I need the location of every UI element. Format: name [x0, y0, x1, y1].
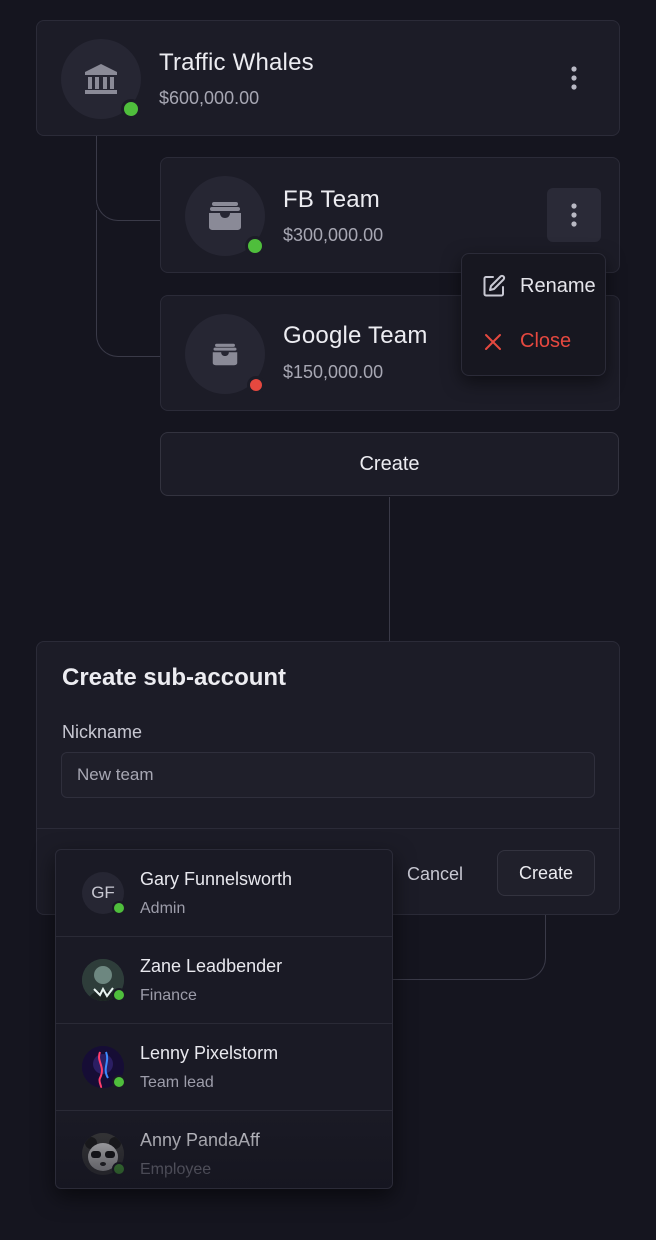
- create-sub-account-button[interactable]: Create: [160, 432, 619, 496]
- tree-connector-google: [96, 210, 162, 357]
- user-name: Anny PandaAff: [140, 1130, 260, 1150]
- form-divider: [37, 828, 619, 829]
- status-dot-active: [245, 236, 265, 256]
- user-option[interactable]: Lenny Pixelstorm Team lead: [56, 1024, 392, 1111]
- avatar-initials: GF: [91, 883, 115, 902]
- status-dot-active: [112, 988, 126, 1002]
- account-amount: $150,000.00: [283, 362, 384, 382]
- account-amount: $300,000.00: [283, 225, 384, 245]
- user-name: Zane Leadbender: [140, 956, 283, 976]
- more-options-button[interactable]: [547, 188, 601, 242]
- status-dot-active: [112, 1075, 126, 1089]
- user-role: Team lead: [140, 1074, 214, 1091]
- status-dot-active: [112, 1162, 126, 1176]
- tree-connector-fb: [96, 136, 162, 221]
- bank-icon: [85, 64, 117, 94]
- menu-item-label: Close: [520, 330, 572, 352]
- kebab-icon: [571, 203, 577, 227]
- edit-icon: [483, 274, 506, 297]
- user-dropdown: GF Gary Funnelsworth Admin Zane Leadbend…: [55, 849, 393, 1189]
- user-option[interactable]: Zane Leadbender Finance: [56, 937, 392, 1024]
- status-dot-active: [112, 901, 126, 915]
- more-options-button[interactable]: [547, 51, 601, 105]
- user-name: Lenny Pixelstorm: [140, 1043, 279, 1063]
- user-role: Employee: [140, 1161, 212, 1178]
- menu-item-close[interactable]: Close: [484, 330, 571, 353]
- close-icon: [485, 333, 501, 350]
- menu-item-label: Rename: [520, 274, 596, 297]
- user-option[interactable]: Anny PandaAff Employee: [56, 1111, 392, 1188]
- account-card-traffic-whales[interactable]: Traffic Whales $600,000.00: [36, 20, 620, 136]
- account-name: Traffic Whales: [159, 49, 314, 76]
- wallet-icon: [209, 202, 241, 230]
- user-name: Gary Funnelsworth: [140, 869, 293, 889]
- nickname-label: Nickname: [62, 722, 143, 742]
- nickname-input[interactable]: [61, 752, 595, 798]
- user-role: Admin: [140, 900, 186, 917]
- account-name: FB Team: [283, 186, 380, 213]
- account-amount: $600,000.00: [159, 88, 260, 108]
- user-option[interactable]: GF Gary Funnelsworth Admin: [56, 850, 392, 937]
- user-role: Finance: [140, 987, 197, 1004]
- status-dot-inactive: [247, 376, 265, 394]
- tree-connector-create: [389, 497, 390, 641]
- form-title: Create sub-account: [62, 664, 287, 691]
- account-name: Google Team: [283, 322, 428, 349]
- account-context-menu: Rename Close: [461, 253, 606, 376]
- status-dot-active: [121, 99, 141, 119]
- menu-item-rename[interactable]: Rename: [482, 274, 596, 298]
- form-create-button[interactable]: Create: [497, 850, 595, 896]
- kebab-icon: [571, 66, 577, 90]
- cancel-button[interactable]: Cancel: [407, 864, 463, 885]
- wallet-icon: [212, 343, 238, 365]
